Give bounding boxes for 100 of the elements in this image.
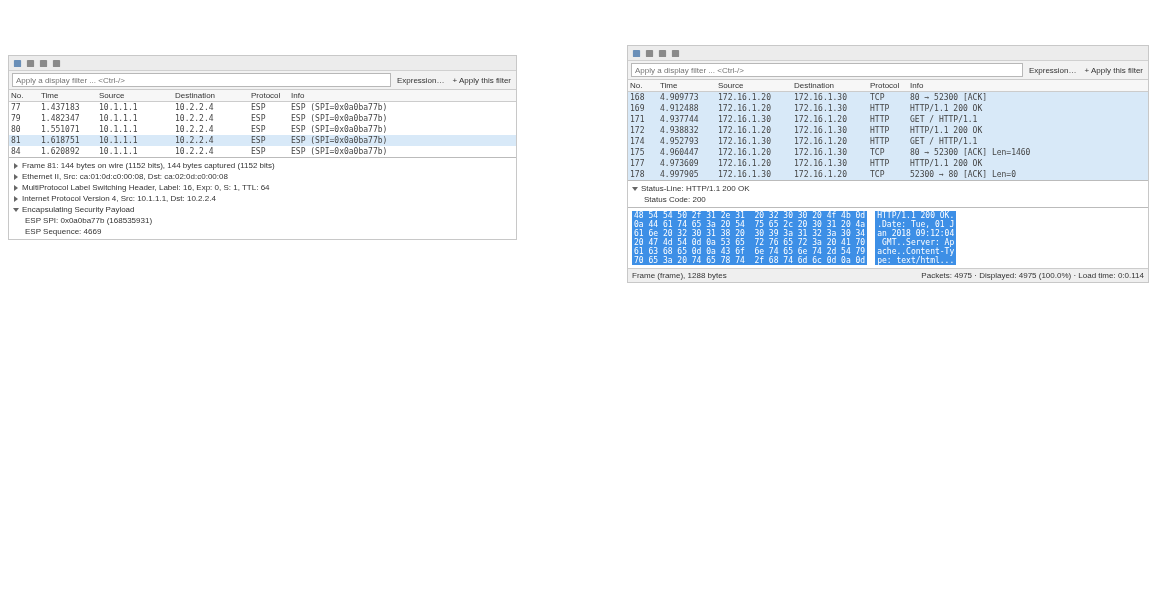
packet-cell[interactable]: TCP <box>868 169 908 180</box>
hex-bytes: 61 6e 20 32 30 31 38 20 30 39 3a 31 32 3a 30 34 <box>632 229 868 238</box>
column-header[interactable]: Info <box>908 80 1148 92</box>
packet-cell[interactable]: ESP <box>249 135 289 146</box>
packet-cell[interactable]: 172.16.1.20 <box>716 125 792 136</box>
display-filter-field[interactable]: Apply a display filter ... <Ctrl-/> <box>12 73 391 87</box>
detail-line[interactable]: Encapsulating Security Payload <box>22 205 135 214</box>
packet-cell[interactable]: 175 <box>628 147 658 158</box>
detail-line[interactable]: Ethernet II, Src: ca:01:0d:c0:00:08, Dst: ca:02:0d:c0:00:08 <box>22 172 228 181</box>
packet-cell[interactable]: 172.16.1.20 <box>716 147 792 158</box>
detail-line[interactable]: Status Code: 200 <box>644 195 706 204</box>
ascii-bytes: an 2018 09:12:04 <box>875 229 957 238</box>
collapsed-arrow-icon[interactable] <box>13 173 19 180</box>
ascii-bytes: HTTP/1.1 200 OK. <box>875 211 957 220</box>
packet-cell[interactable]: 10.2.2.4 <box>173 135 249 146</box>
packet-cell[interactable]: HTTP/1.1 200 OK <box>908 103 1148 114</box>
packet-cell[interactable]: ESP (SPI=0x0a0ba77b) <box>289 135 516 146</box>
packet-cell[interactable]: HTTP <box>868 103 908 114</box>
packet-cell[interactable]: 172.16.1.30 <box>716 169 792 180</box>
column-header[interactable]: No. <box>628 80 658 92</box>
column-header[interactable]: No. <box>9 90 39 102</box>
packet-cell[interactable]: 4.973609 <box>658 158 716 169</box>
packet-cell[interactable]: 172.16.1.30 <box>716 136 792 147</box>
packet-cell[interactable]: 172.16.1.30 <box>792 125 868 136</box>
column-header[interactable]: Source <box>97 90 173 102</box>
column-header[interactable]: Destination <box>792 80 868 92</box>
packet-cell[interactable]: 80 → 52300 [ACK] <box>908 92 1148 103</box>
detail-line[interactable]: Status-Line: HTTP/1.1 200 OK <box>641 184 750 193</box>
packet-cell[interactable]: 52300 → 80 [ACK] Len=0 <box>908 169 1148 180</box>
collapsed-arrow-icon[interactable] <box>13 184 19 191</box>
packet-cell[interactable]: 172.16.1.30 <box>792 158 868 169</box>
packet-cell[interactable]: 1.618751 <box>39 135 97 146</box>
filter-button[interactable]: + Apply this filter <box>1082 65 1145 75</box>
column-header[interactable]: Time <box>658 80 716 92</box>
packet-cell[interactable]: 172.16.1.30 <box>716 114 792 125</box>
ascii-bytes: .Date: Tue, 01 J <box>875 220 957 229</box>
column-header[interactable]: Source <box>716 80 792 92</box>
column-header[interactable]: Destination <box>173 90 249 102</box>
packet-cell[interactable]: 178 <box>628 169 658 180</box>
packet-cell[interactable]: 172.16.1.20 <box>792 169 868 180</box>
packet-cell[interactable]: 172 <box>628 125 658 136</box>
packet-cell[interactable]: 168 <box>628 92 658 103</box>
packet-cell[interactable]: 10.1.1.1 <box>97 135 173 146</box>
packet-cell[interactable]: 172.16.1.30 <box>792 147 868 158</box>
packet-cell[interactable]: HTTP <box>868 136 908 147</box>
packet-cell[interactable]: GET / HTTP/1.1 <box>908 114 1148 125</box>
packet-cell[interactable]: 172.16.1.20 <box>716 158 792 169</box>
packet-cell[interactable]: 80 → 52300 [ACK] Len=1460 <box>908 147 1148 158</box>
packet-cell[interactable]: TCP <box>868 92 908 103</box>
packet-cell[interactable]: 172.16.1.20 <box>792 136 868 147</box>
display-filter-field[interactable]: Apply a display filter ... <Ctrl-/> <box>631 63 1023 77</box>
expanded-arrow-icon[interactable] <box>632 185 638 192</box>
packet-cell[interactable]: HTTP <box>868 114 908 125</box>
column-header[interactable]: Protocol <box>249 90 289 102</box>
packet-cell[interactable]: 4.937744 <box>658 114 716 125</box>
packet-cell[interactable]: HTTP <box>868 158 908 169</box>
filter-button[interactable]: + Apply this filter <box>450 75 513 85</box>
status-text: Frame (frame), 1288 bytes <box>632 271 727 280</box>
ascii-bytes: pe: text/html... <box>875 256 957 265</box>
packet-cell[interactable]: 4.952793 <box>658 136 716 147</box>
collapsed-arrow-icon[interactable] <box>13 195 19 202</box>
detail-line[interactable]: Internet Protocol Version 4, Src: 10.1.1.1, Dst: 10.2.2.4 <box>22 194 216 203</box>
packet-cell[interactable]: 172.16.1.20 <box>792 114 868 125</box>
packet-cell[interactable]: 172.16.1.30 <box>792 92 868 103</box>
packet-cell[interactable]: 172.16.1.20 <box>716 103 792 114</box>
column-header[interactable]: Time <box>39 90 97 102</box>
hex-bytes: 20 47 4d 54 0d 0a 53 65 72 76 65 72 3a 20 41 70 <box>632 238 868 247</box>
hex-bytes: 61 63 68 65 0d 0a 43 6f 6e 74 65 6e 74 2d 54 79 <box>632 247 868 256</box>
expanded-arrow-icon[interactable] <box>13 206 19 213</box>
packet-cell[interactable]: 174 <box>628 136 658 147</box>
detail-line[interactable]: Frame 81: 144 bytes on wire (1152 bits), 144 bytes captured (1152 bits) <box>22 161 275 170</box>
packet-cell[interactable]: 177 <box>628 158 658 169</box>
packet-cell[interactable]: GET / HTTP/1.1 <box>908 136 1148 147</box>
packet-cell[interactable]: 4.938832 <box>658 125 716 136</box>
packet-cell[interactable]: 81 <box>9 135 39 146</box>
column-header[interactable]: Info <box>289 90 516 102</box>
packet-cell[interactable]: 171 <box>628 114 658 125</box>
packet-cell[interactable]: 4.912488 <box>658 103 716 114</box>
hex-bytes: 0a 44 61 74 65 3a 20 54 75 65 2c 20 30 31 20 4a <box>632 220 868 229</box>
packet-cell[interactable]: HTTP <box>868 125 908 136</box>
detail-line[interactable]: MultiProtocol Label Switching Header, Label: 16, Exp: 0, S: 1, TTL: 64 <box>22 183 270 192</box>
packet-cell[interactable]: HTTP/1.1 200 OK <box>908 158 1148 169</box>
packet-cell[interactable]: 4.997905 <box>658 169 716 180</box>
packet-cell[interactable]: TCP <box>868 147 908 158</box>
hex-bytes: 70 65 3a 20 74 65 78 74 2f 68 74 6d 6c 0d 0a 0d <box>632 256 868 265</box>
packet-cell[interactable]: 172.16.1.20 <box>716 92 792 103</box>
filter-button[interactable]: Expression… <box>1026 65 1079 75</box>
packet-cell[interactable]: 169 <box>628 103 658 114</box>
ascii-bytes: ache..Content-Ty <box>875 247 957 256</box>
hex-bytes: 48 54 54 50 2f 31 2e 31 20 32 30 30 20 4f 4b 0d <box>632 211 868 220</box>
packet-cell[interactable]: 4.909773 <box>658 92 716 103</box>
collapsed-arrow-icon[interactable] <box>13 162 19 169</box>
detail-line[interactable]: ESP Sequence: 4669 <box>25 227 102 236</box>
column-header[interactable]: Protocol <box>868 80 908 92</box>
packet-cell[interactable]: 4.960447 <box>658 147 716 158</box>
detail-line[interactable]: ESP SPI: 0x0a0ba77b (168535931) <box>25 216 153 225</box>
packet-cell[interactable]: 172.16.1.30 <box>792 103 868 114</box>
ascii-bytes: GMT..Server: Ap <box>875 238 957 247</box>
filter-button[interactable]: Expression… <box>394 75 447 85</box>
packet-cell[interactable]: HTTP/1.1 200 OK <box>908 125 1148 136</box>
